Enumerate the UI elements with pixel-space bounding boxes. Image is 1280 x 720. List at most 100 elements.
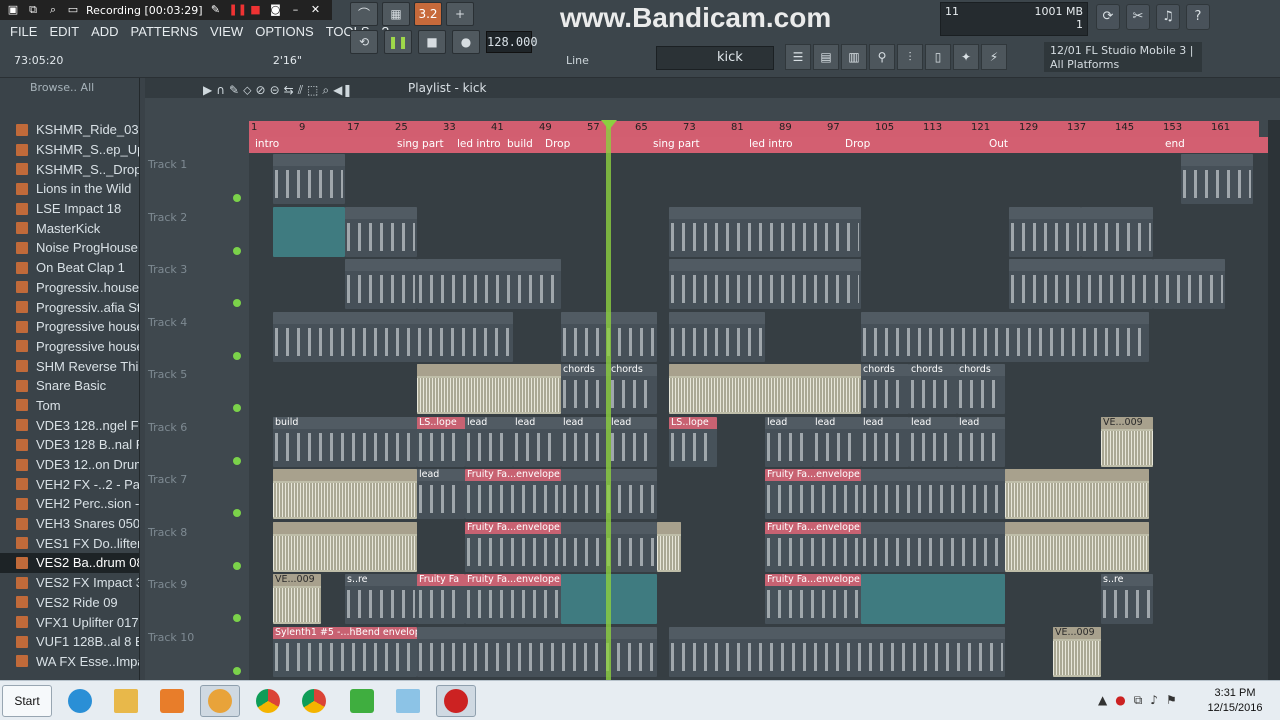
track-header[interactable]: Track 9 — [145, 576, 245, 628]
automation-clip[interactable]: LS..lope — [417, 416, 465, 467]
song-marker[interactable]: Drop — [845, 138, 870, 150]
pattern-clip[interactable] — [273, 154, 345, 204]
help-icon[interactable]: ? — [1186, 4, 1210, 30]
browser-item[interactable]: Progressiv..afia Style) — [0, 297, 139, 317]
pattern-clip[interactable] — [417, 626, 657, 677]
pattern-clip[interactable]: lead — [909, 416, 957, 467]
paint-icon[interactable]: ⬦ — [243, 80, 251, 100]
select-icon[interactable]: ⬚ — [307, 80, 318, 100]
browser-item[interactable]: Progressive house_2 — [0, 337, 139, 357]
menu-view[interactable]: VIEW — [210, 24, 243, 39]
audio-clip[interactable] — [669, 364, 861, 414]
audio-clip[interactable] — [273, 469, 417, 519]
cable-icon[interactable]: ⚡ — [981, 44, 1007, 70]
start-button[interactable]: Start — [2, 685, 52, 717]
stop-icon[interactable]: ■ — [249, 3, 263, 17]
pattern-clip[interactable]: lead — [417, 469, 465, 519]
track-enable-led[interactable] — [233, 561, 241, 570]
pattern-clip[interactable]: lead — [765, 416, 813, 467]
track-header[interactable]: Track 5 — [145, 366, 245, 418]
track-header[interactable]: Track 1 — [145, 156, 245, 208]
pattern-clip[interactable]: lead — [813, 416, 861, 467]
channel-rack-icon[interactable]: ▤ — [813, 44, 839, 70]
browser-item[interactable]: VES2 Ride 09 — [0, 593, 139, 613]
volume-icon[interactable]: ♪ — [1150, 693, 1158, 708]
scissors-icon[interactable]: ✂ — [1126, 4, 1150, 30]
browser-header[interactable]: Browse.. All — [0, 78, 139, 98]
browser-item[interactable]: VFX1 Uplifter 017 — [0, 612, 139, 632]
pencil-icon[interactable]: ✎ — [209, 3, 223, 17]
tree-icon[interactable]: ⚲ — [869, 44, 895, 70]
pattern-clip[interactable] — [1009, 206, 1081, 257]
clock[interactable]: 3:31 PM 12/15/2016 — [1200, 686, 1270, 716]
slice-icon[interactable]: ⫽ — [298, 80, 303, 100]
pat-song-icon[interactable]: ⌒ — [350, 2, 378, 26]
pattern-clip[interactable]: lead — [513, 416, 561, 467]
add-pattern-icon[interactable]: + — [446, 2, 474, 26]
pattern-clip[interactable]: s..re — [345, 574, 417, 624]
camtasia-icon[interactable] — [342, 685, 382, 717]
pattern-clip[interactable] — [1081, 206, 1153, 257]
pattern-clip[interactable]: chords — [609, 364, 657, 414]
refresh-icon[interactable]: ⟳ — [1096, 4, 1120, 30]
rect-icon[interactable]: ▭ — [66, 3, 80, 17]
song-marker[interactable]: Drop — [545, 138, 570, 150]
record-tray-icon[interactable]: ● — [1115, 693, 1125, 708]
audio-clip[interactable] — [1005, 469, 1149, 519]
browser-item[interactable]: VDE3 12..on Drums 4 — [0, 455, 139, 475]
automation-clip[interactable]: Fruity Fa...envelope — [765, 521, 861, 572]
audio-clip[interactable]: VE...009 — [1053, 626, 1101, 677]
pattern-clip[interactable]: chords — [861, 364, 909, 414]
song-marker[interactable]: led intro — [457, 138, 501, 150]
play-arrow-icon[interactable]: ▶ — [203, 80, 212, 100]
pattern-clip[interactable] — [273, 311, 513, 362]
track-header[interactable]: Track 2 — [145, 209, 245, 261]
song-marker[interactable]: build — [507, 138, 533, 150]
track-enable-led[interactable] — [233, 246, 241, 255]
automation-clip[interactable]: Sylenth1 #5 -...hBend envelope — [273, 626, 417, 677]
automation-clip[interactable]: Fruity Fa...envelope — [465, 469, 561, 519]
delete-icon[interactable]: ⊘ — [256, 80, 266, 100]
keyboard-icon[interactable]: ▦ — [382, 2, 410, 26]
track-enable-led[interactable] — [233, 351, 241, 360]
mic-icon[interactable]: ♫ — [1156, 4, 1180, 30]
browser-item[interactable]: VES2 Ba..drum 088 — [0, 553, 139, 573]
browser-item[interactable]: VUF1 128B..al 8 Bars — [0, 632, 139, 652]
menu-options[interactable]: OPTIONS — [255, 24, 314, 39]
stop-button[interactable]: ■ — [418, 30, 446, 54]
pattern-clip[interactable]: lead — [609, 416, 657, 467]
vertical-scrollbar[interactable] — [1268, 120, 1280, 680]
pattern-clip[interactable] — [669, 626, 1005, 677]
minimize-icon[interactable]: – — [289, 3, 303, 17]
song-marker[interactable]: led intro — [749, 138, 793, 150]
browser-item[interactable]: Progressive house — [0, 317, 139, 337]
browser-item[interactable]: VEH3 Snares 050 — [0, 514, 139, 534]
pattern-clip[interactable] — [417, 259, 561, 309]
notepad-icon[interactable] — [388, 685, 428, 717]
song-marker[interactable]: intro — [255, 138, 279, 150]
chrome-icon-2[interactable] — [294, 685, 334, 717]
track-header[interactable]: Track 8 — [145, 524, 245, 576]
close-icon[interactable]: ✕ — [309, 3, 323, 17]
loop-icon[interactable]: ⟲ — [350, 30, 378, 54]
mute-icon[interactable]: ⊝ — [270, 80, 280, 100]
pattern-clip[interactable] — [1153, 259, 1225, 309]
browser-item[interactable]: KSHMR_S..ep_Up_02 — [0, 140, 139, 160]
menu-add[interactable]: ADD — [91, 24, 118, 39]
play-button[interactable]: ❚❚ — [384, 30, 412, 54]
automation-clip[interactable]: Fruity Fa — [417, 574, 465, 624]
track-enable-led[interactable] — [233, 614, 241, 622]
automation-clip[interactable]: Fruity Fa...envelope — [765, 469, 861, 519]
track-header[interactable]: Track 6 — [145, 419, 245, 471]
track-enable-led[interactable] — [233, 509, 241, 517]
track-enable-led[interactable] — [233, 456, 241, 465]
automation-clip[interactable]: Fruity Fa...envelope — [465, 521, 561, 572]
audio-clip[interactable] — [1005, 521, 1149, 572]
song-marker[interactable]: end — [1165, 138, 1185, 150]
tray-arrow-icon[interactable]: ▲ — [1098, 693, 1107, 708]
browser-item[interactable]: Snare Basic — [0, 376, 139, 396]
media-player-icon[interactable] — [152, 685, 192, 717]
browser-item[interactable]: VDE3 128..ngel FX 2 — [0, 415, 139, 435]
browser-item[interactable]: MasterKick — [0, 218, 139, 238]
song-marker[interactable]: sing part — [653, 138, 700, 150]
